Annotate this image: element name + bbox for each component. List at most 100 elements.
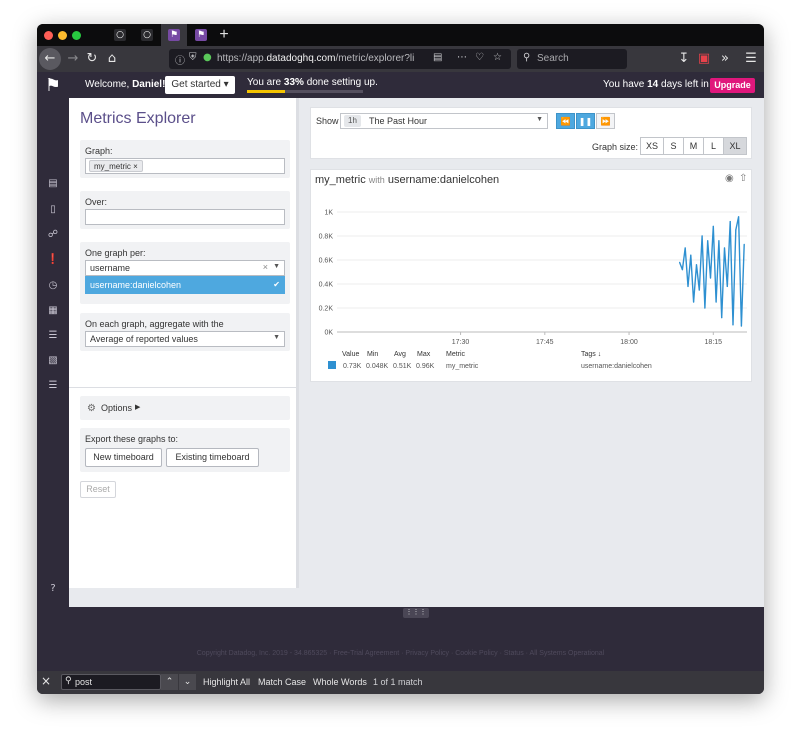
back-button[interactable]: ← [39, 48, 61, 70]
footer: ⋮⋮⋮ Copyright Datadog, Inc. 2019 - 34.86… [37, 607, 764, 671]
data-point [729, 221, 731, 223]
query-panel: Metrics Explorer Graph: my_metric × Over… [69, 98, 299, 588]
legend-min: 0.048K [366, 363, 389, 370]
options-label: Options [101, 403, 133, 413]
pocket-icon[interactable]: ♡ [475, 52, 484, 63]
search-bar[interactable]: ⚲ Search [517, 49, 627, 69]
datadog-icon: ⚑ [168, 29, 180, 41]
pause-button[interactable]: ❚❚ [576, 113, 595, 129]
tab-2[interactable]: ○ [134, 24, 160, 46]
browser-window: ○ ○ ⚑ ⚑ + ← → ↻ ⌂ ⓘ ⛨ ● https://app.data… [37, 24, 764, 694]
aggregate-select[interactable]: Average of reported values ▼ [85, 331, 285, 347]
find-query: post [75, 677, 93, 687]
share-icon[interactable]: ⇧ [739, 173, 747, 184]
url-bar[interactable]: ⓘ ⛨ ● https://app.datadoghq.com/metric/e… [169, 49, 511, 69]
data-point [737, 216, 740, 218]
search-icon: ⚲ [523, 52, 531, 63]
chevron-right-icon: ▶ [135, 404, 141, 411]
graph-metric-input[interactable]: my_metric × [85, 158, 285, 174]
dashboard-icon[interactable]: ▤ [46, 177, 60, 191]
legend-header-tags[interactable]: Tags ↓ [581, 351, 601, 358]
synthetics-icon[interactable]: ☰ [46, 379, 60, 393]
tab-strip: ○ ○ ⚑ ⚑ + [37, 24, 764, 46]
more-actions-icon[interactable]: ⋯ [457, 52, 467, 63]
size-xl-button[interactable]: XL [723, 137, 747, 155]
data-point [687, 285, 689, 287]
data-point [726, 285, 728, 287]
bookmark-star-icon[interactable]: ☆ [493, 52, 502, 63]
size-s-button[interactable]: S [663, 137, 684, 155]
existing-timeboard-button[interactable]: Existing timeboard [166, 448, 259, 467]
size-l-button[interactable]: L [703, 137, 724, 155]
find-input[interactable]: ⚲ post [61, 674, 161, 690]
fast-forward-button[interactable]: ⏩ [596, 113, 615, 129]
shield-icon[interactable]: ⛨ [189, 52, 197, 63]
options-toggle[interactable]: ⚙ Options ▶ [80, 396, 290, 420]
find-next-button[interactable]: ⌄ [179, 674, 196, 690]
new-tab-button[interactable]: + [215, 24, 233, 46]
notebooks-icon[interactable]: ▧ [46, 354, 60, 368]
download-icon[interactable]: ↧ [675, 50, 693, 68]
timeseries-chart[interactable]: 0K 0.2K 0.4K 0.6K 0.8K 1K 17:30 17:45 18:00 18:15 [311, 192, 751, 362]
aggregate-value: Average of reported values [90, 334, 198, 344]
export-label: Export these graphs to: [85, 434, 179, 444]
forward-button[interactable]: → [64, 50, 82, 68]
size-xs-button[interactable]: XS [640, 137, 664, 155]
camera-icon[interactable]: ◉ [725, 173, 734, 184]
data-point [701, 235, 703, 237]
help-icon[interactable]: ? [46, 582, 60, 596]
home-icon[interactable]: ⌂ [103, 50, 121, 68]
one-graph-per-value: username [90, 263, 131, 273]
tab-datadog[interactable]: ⚑ [188, 24, 214, 46]
apm-icon[interactable]: ☍ [46, 228, 60, 242]
rewind-button[interactable]: ⏪ [556, 113, 575, 129]
highlight-all-toggle[interactable]: Highlight All [203, 677, 250, 687]
logs-icon[interactable]: ☰ [46, 329, 60, 343]
close-find-icon[interactable]: × [41, 674, 51, 688]
reader-view-icon[interactable]: ▤ [433, 52, 442, 63]
datadog-logo-icon[interactable]: ⚑ [42, 74, 64, 98]
reload-button[interactable]: ↻ [83, 50, 101, 68]
clear-icon[interactable]: × [263, 262, 268, 272]
close-window-button[interactable] [44, 31, 53, 40]
new-timeboard-button[interactable]: New timeboard [85, 448, 162, 467]
zoom-window-button[interactable] [72, 31, 81, 40]
data-point [723, 247, 726, 249]
legend-header-min: Min [367, 351, 379, 358]
data-point [704, 307, 706, 309]
trial-days: 14 [647, 79, 659, 90]
get-started-button[interactable]: Get started ▾ [165, 76, 235, 94]
datadog-icon: ⚑ [195, 29, 207, 41]
tab-datadog-active[interactable]: ⚑ [161, 24, 187, 46]
dropdown-option-label: username:danielcohen [90, 280, 182, 290]
integrations-icon[interactable]: ▦ [46, 304, 60, 318]
caret-down-icon: ▼ [536, 116, 543, 123]
info-icon[interactable]: ⓘ [175, 52, 185, 67]
infrastructure-icon[interactable]: ▯ [46, 203, 60, 217]
minimize-window-button[interactable] [58, 31, 67, 40]
lock-extension-icon[interactable]: ▣ [695, 50, 713, 68]
overflow-chevron-icon[interactable]: » [716, 50, 734, 68]
dropdown-option-username[interactable]: username:danielcohen ✔ [85, 276, 285, 294]
hamburger-menu-icon[interactable]: ☰ [742, 50, 760, 68]
search-icon: ⚲ [65, 676, 72, 686]
size-m-button[interactable]: M [683, 137, 704, 155]
time-range-select[interactable]: 1h The Past Hour ▼ [340, 113, 548, 129]
metrics-icon[interactable]: ◷ [46, 279, 60, 293]
time-range-text: The Past Hour [369, 116, 428, 126]
metric-chip[interactable]: my_metric × [89, 160, 143, 172]
find-previous-button[interactable]: ⌃ [161, 674, 178, 690]
match-case-toggle[interactable]: Match Case [258, 677, 306, 687]
over-input[interactable] [85, 209, 285, 225]
data-point [707, 240, 709, 242]
data-point [732, 324, 734, 326]
tab-1[interactable]: ○ [107, 24, 133, 46]
reset-button[interactable]: Reset [80, 481, 116, 498]
y-tick-label: 0.6K [319, 258, 334, 265]
footer-text: Copyright Datadog, Inc. 2019 - 34.865325… [196, 650, 605, 657]
monitors-icon[interactable]: ❗ [46, 253, 60, 267]
upgrade-button[interactable]: Upgrade [710, 78, 755, 93]
one-graph-per-select[interactable]: username × ▼ [85, 260, 285, 276]
whole-words-toggle[interactable]: Whole Words [313, 677, 367, 687]
drag-handle-icon[interactable]: ⋮⋮⋮ [403, 608, 429, 618]
